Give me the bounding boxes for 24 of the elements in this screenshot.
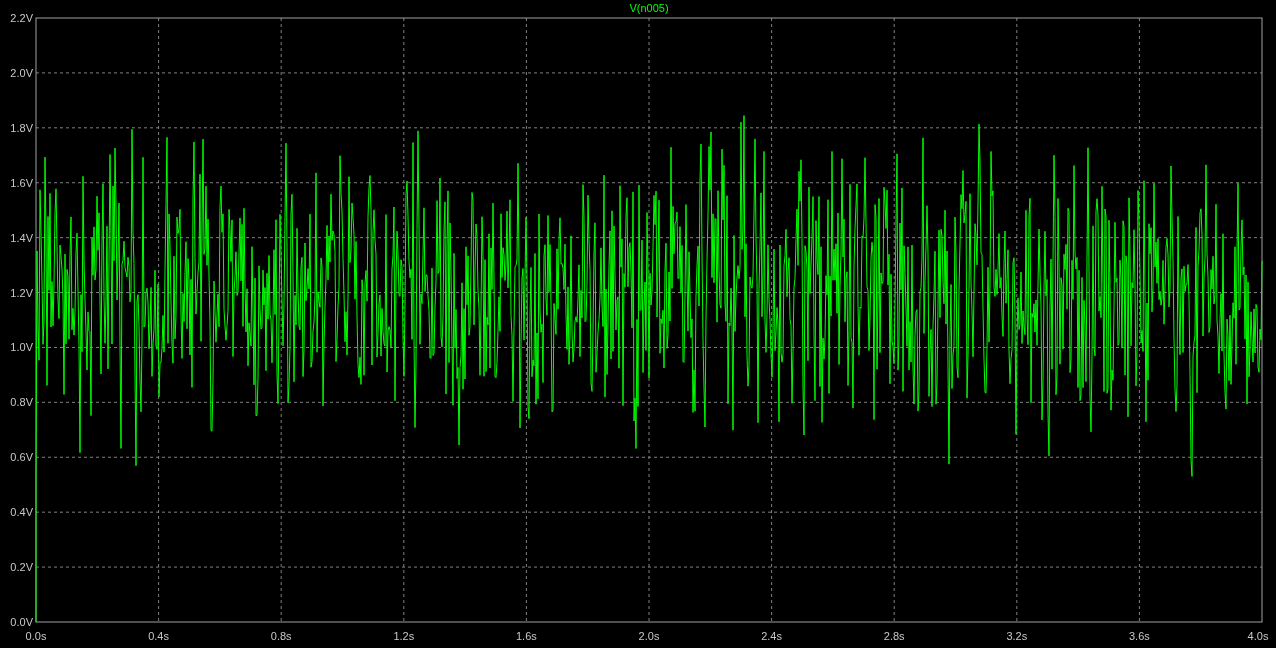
axis-tick-label: 3.6s [1129, 630, 1150, 642]
axis-tick-label: 0.2V [10, 561, 33, 574]
axis-tick-label: 1.6V [10, 176, 33, 189]
axis-tick-label: 2.0V [10, 66, 33, 79]
axis-tick-label: 2.2V [10, 12, 33, 24]
axis-tick-label: 2.0s [638, 630, 660, 642]
trace-label: V(n005) [629, 2, 669, 14]
axis-tick-label: 1.6s [516, 630, 537, 642]
axis-tick-label: 1.0V [10, 341, 33, 354]
axis-tick-label: 0.8s [270, 630, 292, 642]
axis-tick-label: 0.0s [25, 630, 47, 642]
axis-tick-label: 0.6V [10, 451, 33, 464]
axis-tick-label: 1.8V [10, 121, 33, 134]
axis-tick-label: 4.0s [1247, 630, 1269, 642]
axis-tick-label: 2.4s [761, 630, 782, 642]
axis-tick-label: 0.8V [10, 396, 33, 409]
axis-tick-label: 0.4s [148, 630, 169, 642]
axis-tick-label: 1.2s [393, 630, 415, 642]
axis-tick-label: 2.8s [883, 630, 905, 642]
axis-tick-label: 3.2s [1006, 630, 1028, 642]
axis-tick-label: 0.4V [10, 506, 33, 519]
axis-tick-label: 1.2V [10, 286, 33, 299]
axis-tick-label: 0.0V [10, 616, 33, 628]
axis-tick-label: 1.4V [10, 231, 33, 244]
